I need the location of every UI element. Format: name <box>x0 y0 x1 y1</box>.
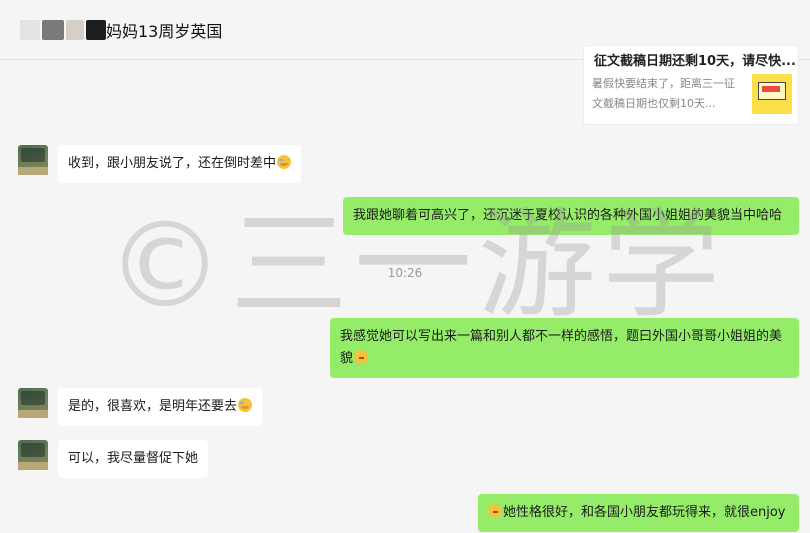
link-thumbnail <box>752 74 792 114</box>
message-text: 可以，我尽量督促下她 <box>68 451 199 466</box>
message-bubble[interactable]: 我感觉她可以写出来一篇和别人都不一样的感悟，题曰外国小哥哥小姐姐的美貌 <box>330 318 799 378</box>
message-bubble[interactable]: 我跟她聊着可高兴了，还沉迷于夏校认识的各种外国小姐姐的美貌当中哈哈 <box>343 197 799 235</box>
blurred-name <box>42 20 64 40</box>
link-description: 暑假快要结束了，距离三一征文截稿日期也仅剩10天... <box>592 77 735 110</box>
contact-avatar[interactable] <box>18 145 48 175</box>
message-bubble[interactable]: 她性格很好，和各国小朋友都玩得来，就很enjoy <box>478 494 799 532</box>
laugh-cry-emoji <box>238 398 253 412</box>
message-text: 我跟她聊着可高兴了，还沉迷于夏校认识的各种外国小姐姐的美貌当中哈哈 <box>353 208 783 223</box>
laugh-cry-emoji <box>277 155 292 169</box>
contact-avatar[interactable] <box>18 388 48 418</box>
message-bubble[interactable]: 可以，我尽量督促下她 <box>58 440 209 478</box>
message-text: 我感觉她可以写出来一篇和别人都不一样的感悟，题曰外国小哥哥小姐姐的美貌 <box>340 329 783 366</box>
thinking-emoji <box>488 504 502 518</box>
shared-link-card[interactable]: 征文截稿日期还剩10天，请尽快... 暑假快要结束了，距离三一征文截稿日期也仅剩… <box>583 45 799 125</box>
thinking-emoji <box>354 350 369 364</box>
link-title: 征文截稿日期还剩10天，请尽快... <box>594 54 796 69</box>
chat-title: 妈妈13周岁英国 <box>106 22 223 41</box>
message-text: 她性格很好，和各国小朋友都玩得来，就很enjoy <box>503 505 786 520</box>
message-text: 收到，跟小朋友说了，还在倒时差中 <box>68 156 277 171</box>
blurred-name <box>20 20 40 40</box>
message-bubble[interactable]: 收到，跟小朋友说了，还在倒时差中 <box>58 145 302 183</box>
blurred-name <box>86 20 106 40</box>
contact-avatar[interactable] <box>18 440 48 470</box>
message-bubble[interactable]: 是的，很喜欢，是明年还要去 <box>58 388 263 426</box>
message-text: 是的，很喜欢，是明年还要去 <box>68 399 238 414</box>
message-timestamp: 10:26 <box>387 266 423 280</box>
blurred-name <box>66 20 84 40</box>
